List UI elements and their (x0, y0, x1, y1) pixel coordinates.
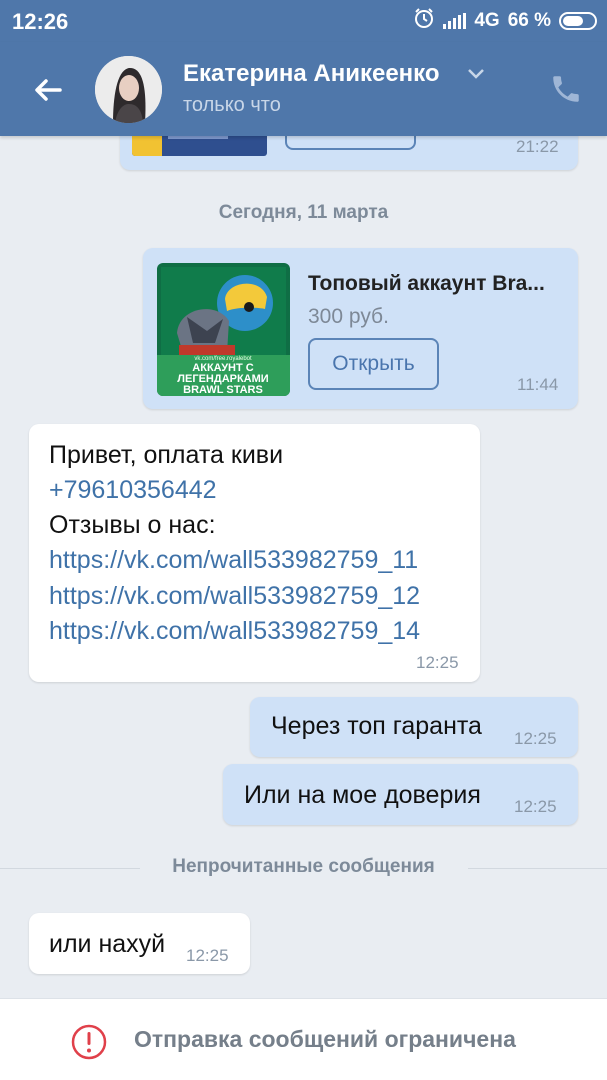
battery-label: 66 % (507, 10, 551, 31)
warning-icon (70, 1023, 108, 1066)
network-label: 4G (474, 10, 500, 31)
message-time: 12:25 (514, 729, 557, 748)
date-separator: Сегодня, 11 марта (218, 202, 389, 223)
message-time: 12:25 (416, 653, 459, 672)
phone-link[interactable]: +79610356442 (49, 473, 217, 508)
status-bar: 12:26 4G 66 % (0, 0, 607, 42)
signal-icon (443, 13, 467, 29)
open-button[interactable]: Открыть (308, 338, 439, 390)
message-text: Или на мое доверия (244, 781, 481, 809)
chevron-down-icon[interactable] (467, 67, 485, 85)
avatar[interactable] (95, 56, 162, 123)
message-time: 11:44 (517, 375, 559, 394)
back-arrow-icon[interactable] (28, 70, 68, 110)
battery-icon (559, 12, 597, 30)
status-icons: 4G 66 % (413, 8, 597, 34)
product-title[interactable]: Топовый аккаунт Bra... (308, 272, 545, 296)
message-text: Через топ гаранта (271, 712, 482, 740)
message-time: 12:25 (514, 797, 557, 816)
review-link-3[interactable]: https://vk.com/wall533982759_14 (49, 614, 420, 649)
chat-header: Екатерина Аникеенко только что (0, 42, 607, 136)
review-link-2[interactable]: https://vk.com/wall533982759_12 (49, 579, 420, 614)
message-text: Привет, оплата киви (49, 441, 284, 469)
restriction-text: Отправка сообщений ограничена (134, 1026, 516, 1052)
message-time: 21:22 (516, 137, 559, 156)
status-time: 12:26 (12, 9, 69, 34)
product-price: 300 руб. (308, 305, 389, 328)
message-time: 12:25 (186, 946, 229, 965)
alarm-icon (413, 7, 435, 35)
restriction-bar: Отправка сообщений ограничена (0, 998, 607, 1080)
unread-label: Непрочитанные сообщения (172, 856, 435, 877)
product-image-text-3: BRAWL STARS (183, 384, 263, 396)
contact-name[interactable]: Екатерина Аникеенко (183, 60, 440, 88)
message-text: или нахуй (49, 930, 166, 958)
message-text: Отзывы о нас: (49, 511, 216, 539)
product-image[interactable]: vk.com/free.royalebot АККАУНТ С ЛЕГЕНДАР… (157, 263, 290, 396)
review-link-1[interactable]: https://vk.com/wall533982759_11 (49, 543, 418, 578)
contact-status: только что (183, 94, 281, 116)
phone-icon[interactable] (549, 72, 583, 111)
